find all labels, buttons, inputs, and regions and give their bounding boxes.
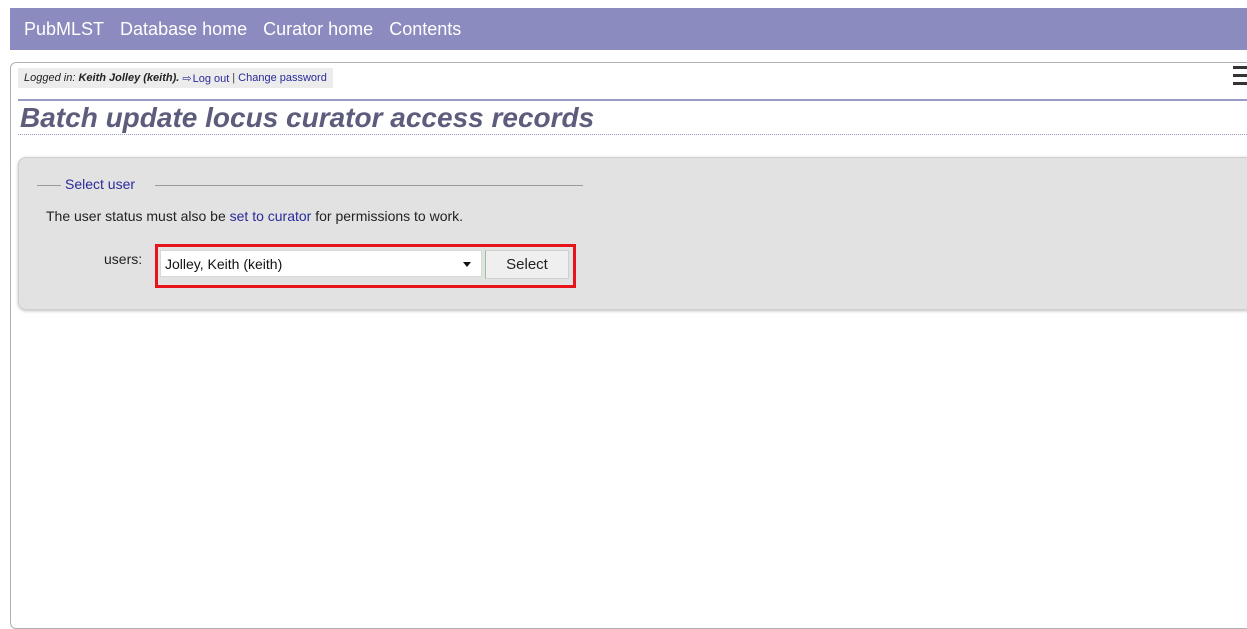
login-prefix: Logged in: (24, 72, 76, 84)
info-text-before: The user status must also be (46, 208, 230, 224)
login-separator: | (232, 72, 236, 84)
fieldset-border-left (37, 185, 61, 186)
logout-label: Log out (192, 72, 230, 85)
select-user-button[interactable]: Select (485, 250, 569, 279)
fieldset-legend: Select user (65, 176, 136, 192)
nav-contents[interactable]: Contents (389, 19, 461, 40)
nav-database-home[interactable]: Database home (120, 19, 247, 40)
nav-curator-home[interactable]: Curator home (263, 19, 373, 40)
users-selected-value: Jolley, Keith (keith) (165, 255, 283, 272)
top-navigation-bar: PubMLST Database home Curator home Conte… (10, 8, 1247, 50)
fieldset-border-right (155, 185, 583, 186)
login-status-bar: Logged in: Keith Jolley (keith). ⇨Log ou… (18, 68, 333, 88)
title-rule-bottom (18, 134, 1247, 135)
info-text-after: for permissions to work. (311, 208, 464, 224)
set-to-curator-link[interactable]: set to curator (230, 208, 312, 224)
page-title: Batch update locus curator access record… (20, 102, 595, 133)
logout-icon: ⇨ (182, 72, 192, 85)
users-select[interactable]: Jolley, Keith (keith) (160, 250, 482, 277)
logout-link[interactable]: ⇨Log out (182, 72, 229, 85)
title-rule-top (18, 99, 1247, 101)
nav-pubmlst[interactable]: PubMLST (24, 19, 104, 40)
hamburger-menu-icon[interactable] (1233, 66, 1247, 90)
chevron-down-icon (463, 262, 471, 267)
curator-status-info: The user status must also be set to cura… (46, 208, 463, 224)
main-content-frame (10, 62, 1247, 629)
users-label: users: (104, 251, 143, 267)
logged-in-user: Keith Jolley (keith). (78, 72, 180, 84)
change-password-link[interactable]: Change password (238, 72, 327, 84)
